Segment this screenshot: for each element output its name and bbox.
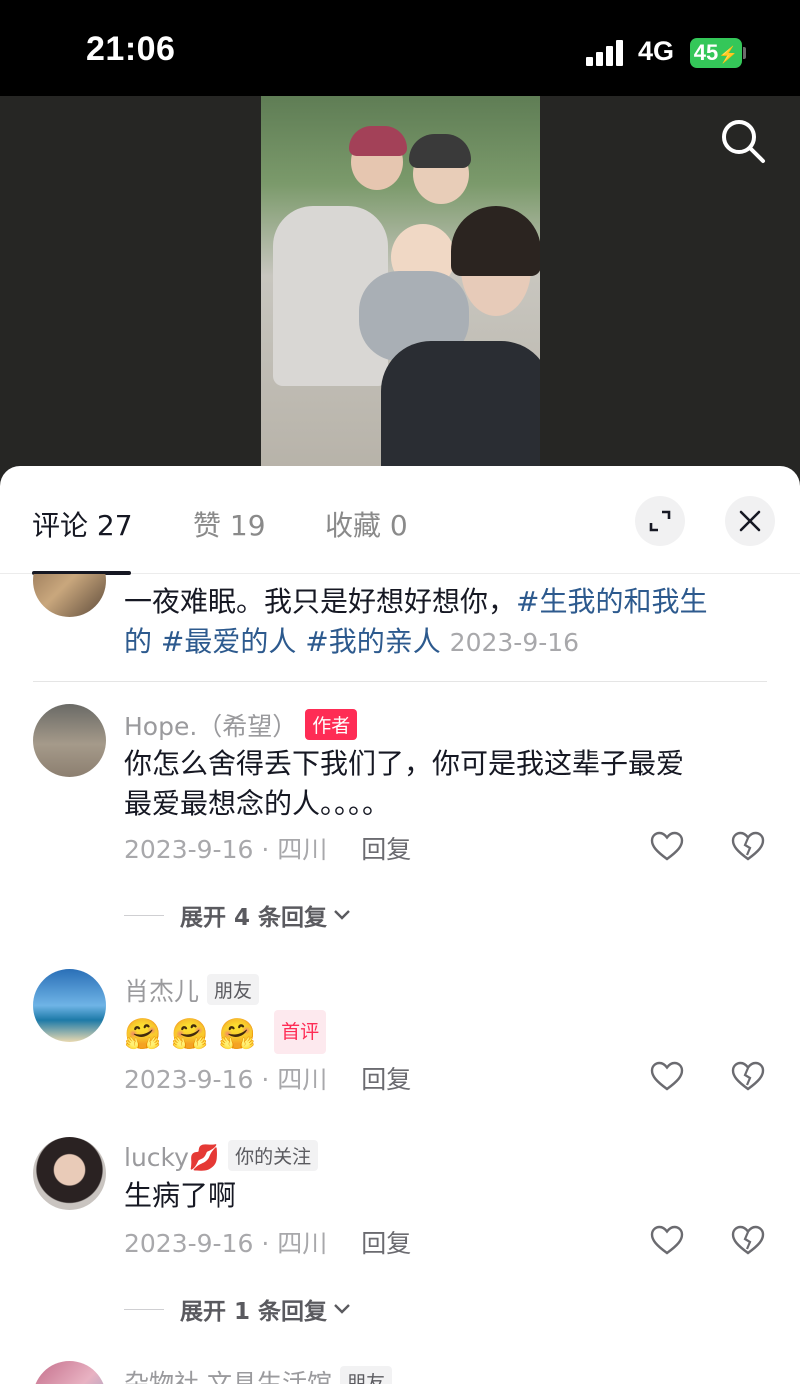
network-type: 4G (638, 36, 675, 66)
search-button[interactable] (718, 116, 768, 166)
hug-emoji: 🤗 (218, 1017, 257, 1052)
comment-line: 你怎么舍得丢下我们了，你可是我这辈子最爱 (124, 747, 685, 780)
username[interactable]: Hope.（希望） (124, 712, 297, 741)
hashtag-link[interactable]: 的 (124, 625, 152, 658)
comment-user[interactable]: lucky💋 你的关注 (124, 1140, 319, 1173)
avatar[interactable] (33, 1137, 106, 1210)
expand-icon (649, 510, 671, 532)
avatar[interactable] (33, 704, 106, 777)
username[interactable]: 肖杰儿 (124, 977, 199, 1006)
like-heart-icon[interactable] (650, 1060, 684, 1094)
author-badge: 作者 (305, 709, 358, 740)
comment-meta: 2023-9-16 · 四川 回复 (124, 1224, 411, 1260)
comment-date-location: 2023-9-16 · 四川 (124, 1065, 328, 1094)
comment-text: 生病了啊 (124, 1179, 237, 1212)
comment-text: 你怎么舍得丢下我们了，你可是我这辈子最爱 最爱最想念的人。。。。 (124, 744, 774, 824)
reply-button[interactable]: 回复 (361, 1065, 411, 1094)
comment-date-location: 2023-9-16 · 四川 (124, 835, 328, 864)
comment-date: 2023-9-16 (449, 628, 580, 657)
expand-replies-button[interactable]: 展开 1 条回复 (124, 1292, 353, 1326)
expand-line (124, 1308, 164, 1310)
comment-text-plain: 一夜难眠。我只是好想好想你， (124, 585, 517, 618)
hug-emoji: 🤗 (171, 1017, 209, 1052)
chevron-down-icon (334, 1304, 350, 1314)
expand-panel-button[interactable] (635, 496, 685, 546)
friend-badge: 朋友 (207, 974, 260, 1005)
hashtag-link[interactable]: #生我的和我生 (516, 585, 707, 618)
comment-date-location: 2023-9-16 · 四川 (124, 1229, 328, 1258)
hashtag-link[interactable]: #最爱的人 (161, 625, 296, 658)
expand-replies-button[interactable]: 展开 4 条回复 (124, 898, 353, 932)
chevron-down-icon (334, 910, 350, 920)
username[interactable]: 杂物社 文具生活馆 (124, 1369, 332, 1384)
tab-likes[interactable]: 赞 19 (193, 504, 266, 544)
like-heart-icon[interactable] (650, 830, 684, 864)
broken-heart-icon[interactable] (731, 1224, 765, 1258)
comments-tabs: 评论 27 赞 19 收藏 0 (0, 466, 800, 575)
expand-line (124, 914, 164, 916)
comment-text: 一夜难眠。我只是好想好想你，#生我的和我生 的 #最爱的人 #我的亲人 2023… (124, 582, 774, 663)
lips-emoji: 💋 (188, 1143, 221, 1172)
comments-panel: 评论 27 赞 19 收藏 0 一夜难眠。我只是好想好想你，#生我的和我生 的 … (0, 466, 800, 1384)
broken-heart-icon[interactable] (731, 830, 765, 864)
hashtag-link[interactable]: #我的亲人 (305, 625, 440, 658)
first-comment-badge: 首评 (274, 1010, 327, 1054)
avatar[interactable] (33, 574, 106, 617)
person-hair (451, 206, 540, 276)
comment-line: 最爱最想念的人。。。。 (124, 787, 391, 820)
comment-meta: 2023-9-16 · 四川 回复 (124, 1060, 411, 1096)
comment-text: 🤗 🤗 🤗 首评 (124, 1010, 327, 1055)
comment-list[interactable]: 一夜难眠。我只是好想好想你，#生我的和我生 的 #最爱的人 #我的亲人 2023… (0, 574, 800, 1384)
person-hair (349, 126, 407, 156)
following-badge: 你的关注 (228, 1140, 319, 1171)
battery-icon: 45⚡ (690, 38, 742, 68)
person-hair (409, 134, 471, 168)
avatar[interactable] (33, 1361, 106, 1384)
expand-replies-label: 展开 1 条回复 (180, 1299, 328, 1325)
tab-comments[interactable]: 评论 27 (32, 504, 133, 544)
video-frame-image (261, 96, 540, 496)
close-icon (739, 510, 761, 532)
like-heart-icon[interactable] (650, 1224, 684, 1258)
search-icon (722, 120, 765, 163)
comment-user[interactable]: Hope.（希望） 作者 (124, 707, 358, 743)
battery-level: 45 (693, 40, 719, 65)
hug-emoji: 🤗 (124, 1017, 162, 1052)
status-bar: 21:06 4G 45⚡ (0, 0, 800, 96)
reply-button[interactable]: 回复 (361, 835, 411, 864)
comment-meta: 2023-9-16 · 四川 回复 (124, 830, 411, 866)
comment-user[interactable]: 杂物社 文具生活馆 朋友 (124, 1364, 392, 1384)
tab-favorites[interactable]: 收藏 0 (325, 504, 408, 544)
battery-cap (743, 47, 746, 59)
username[interactable]: lucky (124, 1143, 189, 1172)
reply-button[interactable]: 回复 (361, 1229, 411, 1258)
cellular-signal-icon (586, 40, 626, 66)
video-player[interactable] (0, 96, 800, 496)
avatar[interactable] (33, 969, 106, 1042)
friend-badge: 朋友 (339, 1366, 392, 1384)
comment-user[interactable]: 肖杰儿 朋友 (124, 972, 260, 1008)
divider (33, 681, 767, 682)
status-time: 21:06 (86, 30, 176, 68)
broken-heart-icon[interactable] (731, 1060, 765, 1094)
close-panel-button[interactable] (725, 496, 775, 546)
expand-replies-label: 展开 4 条回复 (180, 905, 328, 931)
